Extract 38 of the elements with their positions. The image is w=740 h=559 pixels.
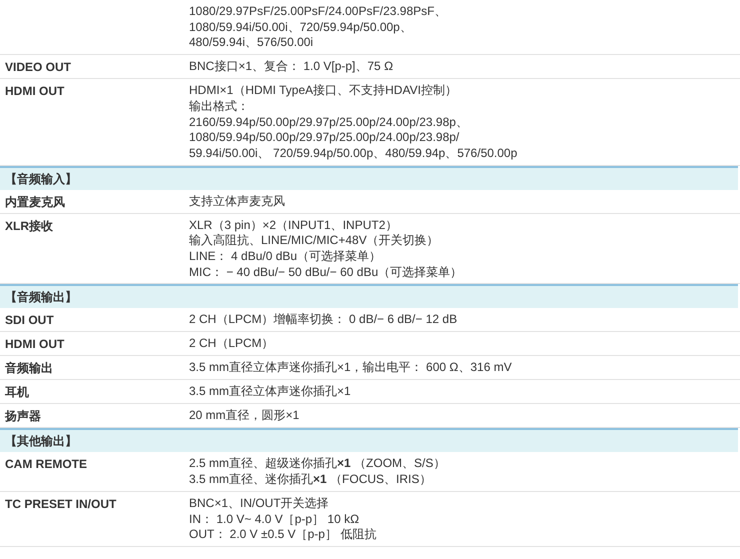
spec-label: 扬声器 (4, 408, 42, 424)
spec-value: IN： 1.0 V~ 4.0 V［p-p］ 10 kΩ (189, 512, 360, 528)
spec-label: TC PRESET IN/OUT (4, 496, 118, 513)
spec-value: BNC接口×1、复合： 1.0 V[p-p]、75 Ω (189, 59, 394, 75)
spec-value: 输出格式： (189, 98, 250, 115)
spec-value: 59.94i/50.00i、 720/59.94p/50.00p、480/59.94p、576/50.00p (189, 146, 518, 162)
spec-value: BNC×1、IN/OUT开关选择 (189, 496, 330, 512)
spec-value: 输入高阻抗、LINE/MIC/MIC+48V（开关切换） (189, 233, 440, 250)
spec-label: XLR接收 (4, 218, 54, 235)
spec-value: HDMI×1（HDMI TypeA接口、不支持HDAVI控制） (189, 83, 458, 99)
spec-value: 3.5 mm直径立体声迷你插孔×1，输出电平： 600 Ω、316 mV (189, 360, 512, 376)
spec-value: 2.5 mm直径、超级迷你插孔×1 （ZOOM、S/S） (189, 456, 446, 472)
spec-label: VIDEO OUT (4, 59, 72, 76)
spec-label: CAM REMOTE (4, 456, 88, 474)
spec-value: LINE： 4 dBu/0 dBu（可选择菜单） (189, 249, 382, 265)
spec-value: 1080/29.97PsF/25.00PsF/24.00PsF/23.98PsF、 (189, 4, 446, 20)
spec-label: 内置麦克风 (4, 194, 66, 210)
spec-value: 480/59.94i、576/50.00i (189, 35, 314, 52)
section-header: 【其他输出】 (0, 428, 738, 452)
spec-value: XLR（3 pin）×2（INPUT1、INPUT2） (189, 218, 398, 234)
spec-value: 1080/59.94i/50.00i、720/59.94p/50.00p、 (189, 20, 413, 36)
section-header: 【音频输入】 (0, 166, 738, 190)
spec-value: 3.5 mm直径、迷你插孔×1 （FOCUS、IRIS） (189, 472, 432, 488)
section-header: 【音频输出】 (0, 284, 738, 308)
spec-label: HDMI OUT (4, 83, 66, 100)
spec-label: 音频输出 (4, 360, 54, 376)
spec-label: 耳机 (4, 384, 30, 400)
spec-value: 支持立体声麦克风 (189, 194, 285, 210)
spec-value: 2160/59.94p/50.00p/29.97p/25.00p/24.00p/23.98p、 (189, 114, 469, 130)
spec-value: 20 mm直径，圆形×1 (189, 408, 300, 424)
spec-label: HDMI OUT (4, 336, 66, 352)
spec-value: 2 CH（LPCM） (189, 336, 274, 352)
spec-value: 3.5 mm直径立体声迷你插孔×1 (189, 384, 351, 400)
spec-value: MIC： − 40 dBu/− 50 dBu/− 60 dBu（可选择菜单） (189, 264, 462, 280)
spec-label: SDI OUT (4, 312, 55, 328)
spec-value: 1080/59.94p/50.00p/29.97p/25.00p/24.00p/23.98p/ (189, 130, 460, 146)
spec-value: 2 CH（LPCM）增幅率切换： 0 dB/− 6 dB/− 12 dB (189, 312, 458, 328)
spec-value: OUT： 2.0 V ±0.5 V［p-p］ 低阻抗 (189, 527, 376, 543)
